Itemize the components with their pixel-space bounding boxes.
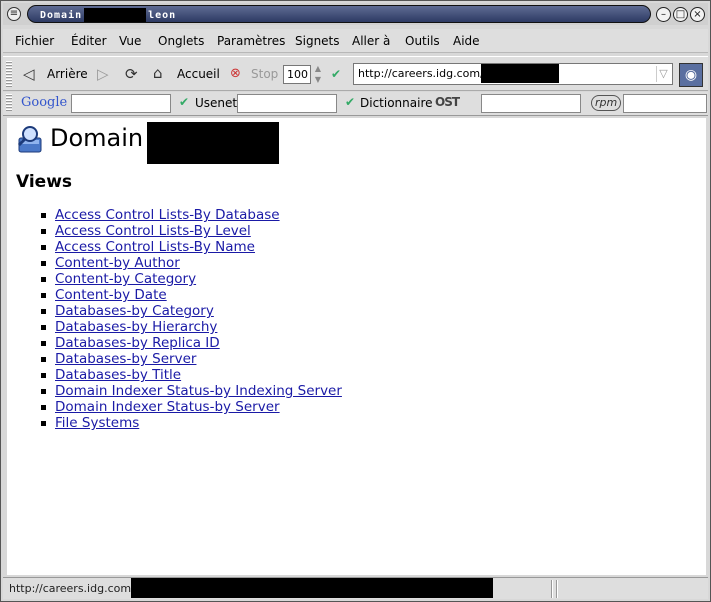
browser-window: ≡ Domain leon – □ × Fichier Éditer Vue On… [0,0,711,602]
menu-outils[interactable]: Outils [405,34,440,48]
menu-signets[interactable]: Signets [295,34,340,48]
menu-vue[interactable]: Vue [119,34,141,48]
view-link[interactable]: Databases-by Server [55,351,196,367]
view-link[interactable]: Content-by Author [55,255,180,271]
ost-logo: OST [435,95,460,109]
dictionary-label: Dictionnaire [360,96,433,110]
redacted-block [481,64,559,83]
rpm-search-input[interactable] [623,94,707,113]
navigation-toolbar: ◁ Arrière ▷ ⟳ ⌂ Accueil ⊗ Stop 100 ▲ ▼ ✔ … [3,56,708,91]
zoom-stepper[interactable]: ▲ ▼ [312,63,324,85]
close-icon[interactable]: × [690,7,705,22]
views-list: Access Control Lists-By Database Access … [41,207,342,431]
title-bar[interactable]: ≡ Domain leon – □ × [3,3,708,25]
forward-arrow-icon[interactable]: ▷ [97,66,109,82]
list-item: Databases-by Hierarchy [41,319,342,335]
page-content: Domain Views Access Control Lists-By Dat… [7,118,706,575]
status-divider [551,580,553,598]
database-search-icon [17,126,42,153]
home-icon[interactable]: ⌂ [153,65,163,81]
status-divider [556,580,558,598]
view-link[interactable]: Databases-by Category [55,303,214,319]
maximize-icon[interactable]: □ [673,7,688,22]
usenet-search-input[interactable] [237,94,337,113]
view-link[interactable]: Access Control Lists-By Name [55,239,255,255]
list-item: Databases-by Category [41,303,342,319]
rpm-logo: rpm [591,95,622,111]
list-item: Databases-by Title [41,367,342,383]
menu-aide[interactable]: Aide [453,34,480,48]
view-link[interactable]: Databases-by Title [55,367,181,383]
page-title: Domain [50,124,144,152]
menu-aller[interactable]: Aller à [352,34,390,48]
minimize-icon[interactable]: – [656,7,671,22]
title-pill: Domain leon [27,5,651,23]
menu-onglets[interactable]: Onglets [158,34,204,48]
view-link[interactable]: Access Control Lists-By Level [55,223,251,239]
throbber-icon[interactable]: ◉ [679,63,703,87]
home-button[interactable]: Accueil [177,67,220,81]
view-link[interactable]: Domain Indexer Status-by Server [55,399,280,415]
search-icon: ✔ [345,95,356,109]
list-item: Databases-by Server [41,351,342,367]
toolbar-grip[interactable] [6,94,12,112]
menu-parametres[interactable]: Paramètres [217,34,285,48]
list-item: Content-by Date [41,287,342,303]
google-search-input[interactable] [71,94,171,113]
window-menu-icon[interactable]: ≡ [7,7,21,21]
window-title: Domain leon [40,8,177,22]
view-link[interactable]: Access Control Lists-By Database [55,207,280,223]
menu-fichier[interactable]: Fichier [15,34,54,48]
usenet-label: Usenet [195,96,238,110]
view-link[interactable]: Databases-by Hierarchy [55,319,217,335]
reload-icon[interactable]: ⟳ [125,66,138,82]
zoom-input[interactable]: 100 [283,65,311,84]
list-item: Databases-by Replica ID [41,335,342,351]
status-bar: http://careers.idg.com/ [3,577,708,599]
list-item: Domain Indexer Status-by Indexing Server [41,383,342,399]
toolbar-grip[interactable] [6,61,12,87]
view-link[interactable]: Databases-by Replica ID [55,335,220,351]
stop-icon[interactable]: ⊗ [230,66,241,82]
list-item: File Systems [41,415,342,431]
view-link[interactable]: Domain Indexer Status-by Indexing Server [55,383,342,399]
view-link[interactable]: Content-by Category [55,271,196,287]
stop-button[interactable]: Stop [251,67,278,81]
list-item: Content-by Author [41,255,342,271]
view-link[interactable]: Content-by Date [55,287,167,303]
redacted-block [147,122,279,164]
menu-bar: Fichier Éditer Vue Onglets Paramètres Si… [3,29,708,53]
url-dropdown-icon[interactable]: ▽ [656,66,670,82]
redacted-block [131,578,493,598]
back-button[interactable]: Arrière [47,67,88,81]
search-toolbar: Google ✔ Usenet ✔ Dictionnaire OST rpm [3,92,708,116]
list-item: Domain Indexer Status-by Server [41,399,342,415]
view-link[interactable]: File Systems [55,415,139,431]
dictionary-search-input[interactable] [481,94,581,113]
list-item: Access Control Lists-By Level [41,223,342,239]
menu-editer[interactable]: Éditer [71,34,107,48]
status-text: http://careers.idg.com/ [9,582,135,595]
back-arrow-icon[interactable]: ◁ [23,66,35,82]
list-item: Access Control Lists-By Name [41,239,342,255]
list-item: Access Control Lists-By Database [41,207,342,223]
views-heading: Views [16,172,73,192]
redacted-block [84,8,147,22]
list-item: Content-by Category [41,271,342,287]
search-icon: ✔ [179,95,190,109]
url-field[interactable]: http://careers.idg.com/ ▽ [353,63,673,85]
security-icon: ✔ [331,67,342,81]
google-logo: Google [21,95,68,110]
url-text: http://careers.idg.com/ [358,67,484,80]
